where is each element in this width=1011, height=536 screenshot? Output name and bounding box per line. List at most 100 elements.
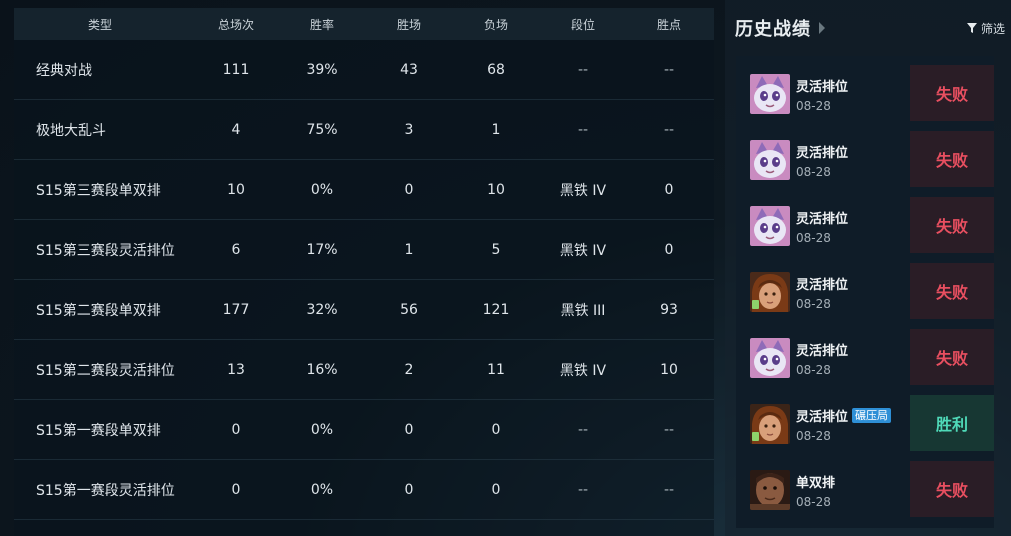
match-date: 08-28 [796,362,831,377]
champion-girl-icon [750,404,790,444]
cell-total: 111 [222,61,250,78]
match-item[interactable]: 灵活排位 08-28 失败 [736,65,994,123]
table-row: S15第三赛段灵活排位 6 17% 1 5 黑铁 IV 0 [14,220,714,280]
header-type: 类型 [87,17,112,32]
cell-losses: 1 [491,121,501,138]
cell-rate: 0% [310,481,334,498]
cell-lp: 93 [660,301,678,318]
cell-losses: 68 [487,61,505,78]
cell-total: 0 [231,481,241,498]
header-total: 总场次 [217,17,254,32]
cell-tier: -- [577,421,589,438]
champion-man-icon [750,470,790,510]
cell-type: S15第二赛段单双排 [36,302,161,319]
match-item[interactable]: 灵活排位 碾压局 08-28 胜利 [736,395,994,453]
cell-lp: -- [663,421,675,438]
cell-lp: 10 [660,361,678,378]
match-date: 08-28 [796,296,831,311]
table-row: S15第二赛段单双排 177 32% 56 121 黑铁 III 93 [14,280,714,340]
history-title[interactable]: 历史战绩 [735,15,811,41]
cat-icon [750,206,790,246]
header-rate: 胜率 [309,17,334,32]
cell-tier: 黑铁 IV [559,182,607,199]
cell-total: 0 [231,421,241,438]
match-mode: 灵活排位 [796,145,849,161]
table-row: 经典对战 111 39% 43 68 -- -- [14,40,714,100]
cell-type: S15第二赛段灵活排位 [36,362,175,379]
cell-tier: -- [577,121,589,138]
cell-lp: 0 [664,181,674,198]
header-wins: 胜场 [396,17,421,32]
match-item[interactable]: 灵活排位 08-28 失败 [736,197,994,255]
match-mode: 灵活排位 [796,343,849,359]
match-result-badge: 失败 [910,65,994,121]
cell-tier: -- [577,481,589,498]
filter-icon [966,23,977,33]
cell-type: 经典对战 [36,62,92,79]
cell-losses: 121 [482,301,510,318]
match-result-badge: 失败 [910,263,994,319]
match-date: 08-28 [796,98,831,113]
cell-tier: 黑铁 III [560,302,606,319]
cell-tier: 黑铁 IV [559,242,607,259]
table-row: S15第一赛段单双排 0 0% 0 0 -- -- [14,400,714,460]
filter-button[interactable]: 筛选 [966,20,1005,37]
stats-table: 类型 总场次 胜率 胜场 负场 段位 胜点 经典对战 111 39% 43 68… [14,8,714,536]
table-row: S15第三赛段单双排 10 0% 0 10 黑铁 IV 0 [14,160,714,220]
cell-total: 177 [222,301,250,318]
cell-lp: -- [663,61,675,78]
cell-losses: 11 [487,361,505,378]
cell-total: 6 [231,241,241,258]
match-mode: 灵活排位 [796,79,849,95]
cell-lp: -- [663,481,675,498]
match-item[interactable]: 单双排 08-28 失败 [736,461,994,519]
match-mode: 灵活排位 [796,211,849,227]
cell-tier: -- [577,61,589,78]
match-result-badge: 失败 [910,329,994,385]
match-history-panel: 历史战绩 筛选 灵活排位 08-28 失败 灵活排位 08-28 失败 灵活排位… [725,0,1011,536]
cell-losses: 0 [491,481,501,498]
cell-losses: 5 [491,241,501,258]
match-date: 08-28 [796,164,831,179]
cell-type: S15第一赛段灵活排位 [36,482,175,499]
match-result-badge: 胜利 [910,395,994,451]
table-row: S15第一赛段灵活排位 0 0% 0 0 -- -- [14,460,714,520]
cell-wins: 0 [404,181,414,198]
match-result-badge: 失败 [910,461,994,517]
cell-wins: 2 [404,361,414,378]
match-mode: 单双排 [796,475,836,491]
cell-lp: 0 [664,241,674,258]
level-indicator [752,300,759,309]
table-header: 类型 总场次 胜率 胜场 负场 段位 胜点 [14,8,714,40]
match-date: 08-28 [796,428,831,443]
cell-tier: 黑铁 IV [559,362,607,379]
cell-total: 4 [231,121,241,138]
cell-wins: 43 [400,61,418,78]
champion-girl-icon [750,272,790,312]
match-item[interactable]: 灵活排位 08-28 失败 [736,263,994,321]
match-tag-badge: 碾压局 [852,407,892,423]
cell-losses: 0 [491,421,501,438]
cell-total: 13 [227,361,245,378]
match-date: 08-28 [796,230,831,245]
cell-type: S15第一赛段单双排 [36,422,161,439]
cell-wins: 0 [404,421,414,438]
cell-rate: 17% [306,241,338,258]
match-mode: 灵活排位 [796,277,849,293]
cat-icon [750,74,790,114]
cell-wins: 1 [404,241,414,258]
cat-icon [750,140,790,180]
filter-label: 筛选 [980,21,1005,36]
cell-rate: 39% [306,61,338,78]
cell-type: S15第三赛段灵活排位 [36,242,175,259]
header-tier: 段位 [570,17,595,32]
cell-rate: 16% [306,361,338,378]
header-losses: 负场 [483,17,508,32]
match-item[interactable]: 灵活排位 08-28 失败 [736,131,994,189]
history-header: 历史战绩 筛选 [735,14,1005,42]
chevron-right-icon[interactable] [819,22,825,34]
match-date: 08-28 [796,494,831,509]
match-item[interactable]: 灵活排位 08-28 失败 [736,329,994,387]
cell-rate: 0% [310,181,334,198]
cell-losses: 10 [487,181,505,198]
